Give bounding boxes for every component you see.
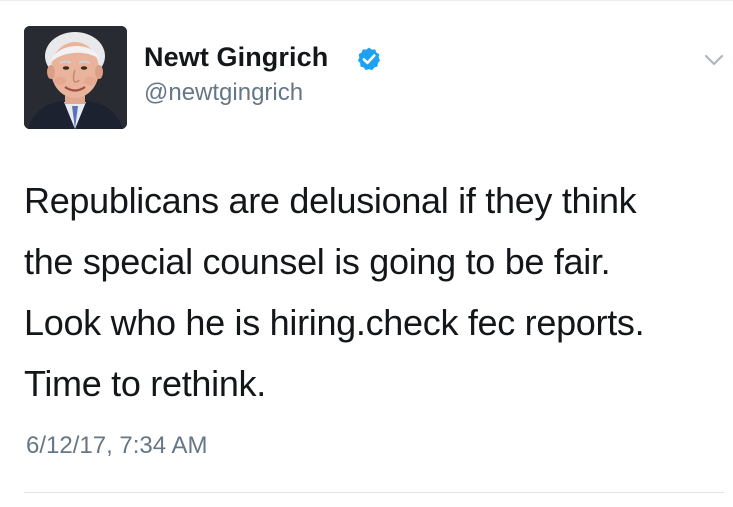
chevron-down-icon[interactable]	[702, 50, 726, 70]
tweet-text-line: the special counsel is going to be fair.	[24, 241, 611, 282]
top-divider	[0, 0, 733, 1]
username[interactable]: @newtgingrich	[144, 79, 303, 107]
tweet-text-line: Look who he is hiring.check fec reports.	[24, 302, 645, 343]
verified-badge-icon	[357, 47, 381, 71]
avatar[interactable]	[24, 26, 127, 129]
bottom-divider	[24, 492, 724, 493]
avatar-image	[24, 26, 127, 129]
tweet-text: Republicans are delusional if they think…	[24, 170, 724, 414]
tweet-text-line: Time to rethink.	[24, 363, 266, 404]
tweet-text-line: Republicans are delusional if they think	[24, 180, 637, 221]
display-name[interactable]: Newt Gingrich	[144, 42, 328, 73]
timestamp[interactable]: 6/12/17, 7:34 AM	[26, 432, 207, 460]
